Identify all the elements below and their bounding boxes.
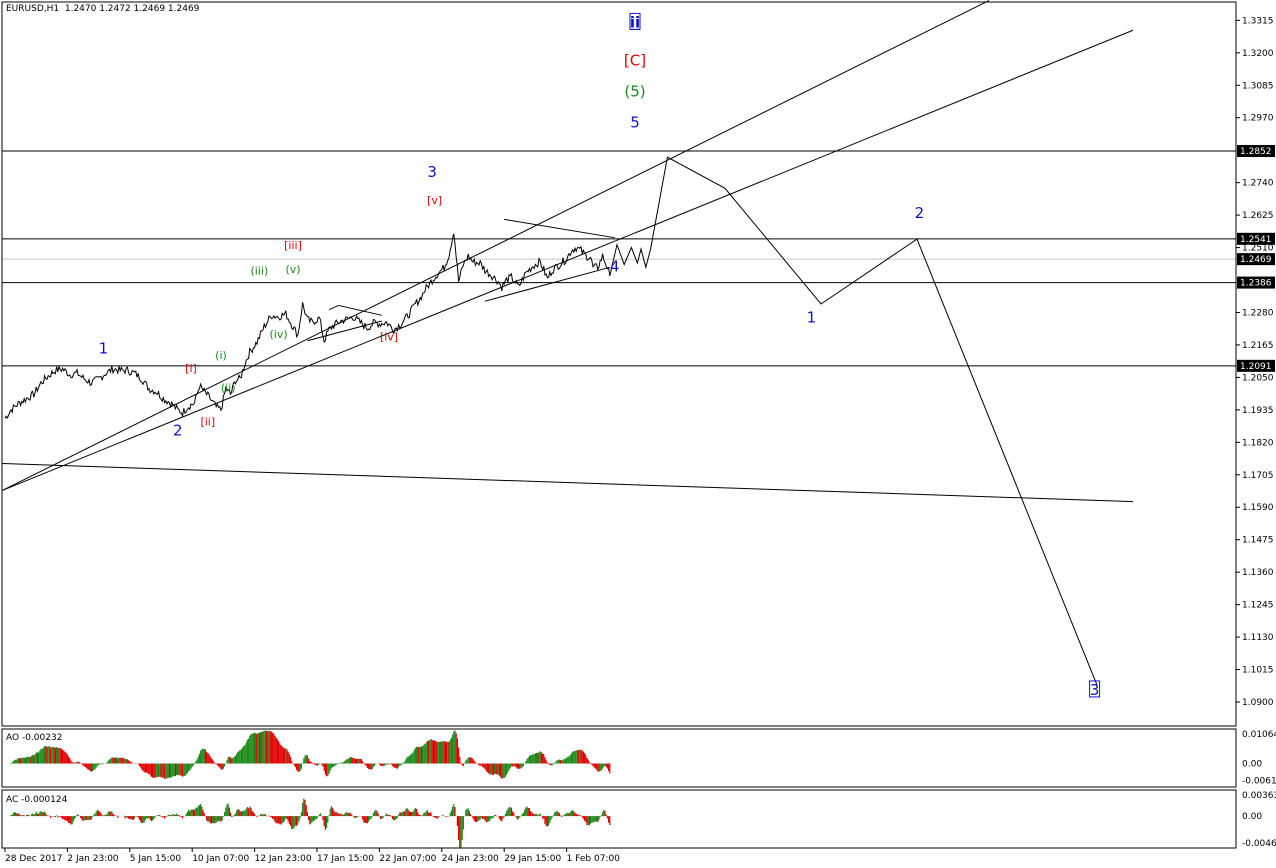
- price-tick-label: 1.1590: [1242, 503, 1274, 513]
- price-tick-label: 1.2165: [1242, 341, 1274, 351]
- time-tick-label: 5 Jan 15:00: [130, 854, 182, 864]
- wave-label: 5: [630, 114, 640, 132]
- ac-tick-label: -0.00465: [1242, 839, 1276, 849]
- wave-label: [v]: [427, 194, 442, 207]
- price-tick-label: 1.2625: [1242, 211, 1274, 221]
- price-tick-label: 1.2970: [1242, 114, 1274, 124]
- time-tick-label: 24 Jan 23:00: [442, 854, 499, 864]
- ac-indicator-panel[interactable]: [5, 798, 611, 849]
- symbol-name: EURUSD,H1: [6, 4, 60, 14]
- time-tick-label: 2 Jan 23:00: [67, 854, 119, 864]
- price-tick-label: 1.3200: [1242, 49, 1274, 59]
- price-tick-label: 1.0900: [1242, 698, 1274, 708]
- ac-tick-label: 0.00: [1242, 812, 1262, 822]
- wave-label: 3: [1090, 681, 1100, 699]
- price-tick-label: 1.1130: [1242, 633, 1274, 643]
- wave-label: (v): [285, 263, 300, 276]
- trend-line[interactable]: [2, 462, 1134, 503]
- time-tick-label: 12 Jan 23:00: [255, 854, 312, 864]
- symbol-info: EURUSD,H1 1.2470 1.2472 1.2469 1.2469: [6, 4, 199, 14]
- wave-label: 2: [173, 421, 183, 439]
- wave-label: (i): [215, 349, 227, 362]
- price-tick-label: 1.1360: [1242, 568, 1274, 578]
- chart-canvas[interactable]: ii [C] (5) 5 3 [v] [iii] (v) (iii) (iv) (i) (ii) [i]…: [0, 0, 1276, 868]
- trend-line[interactable]: [2, 0, 990, 491]
- wave-label: (ii): [221, 382, 236, 395]
- level-label: 1.2541: [1240, 235, 1272, 245]
- level-label: 1.2386: [1240, 279, 1272, 289]
- wave-label: ii: [630, 13, 640, 31]
- wave-label: (5): [624, 83, 645, 101]
- wave-label: [ii]: [200, 415, 215, 428]
- price-tick-label: 1.3085: [1242, 81, 1274, 91]
- trend-line[interactable]: [307, 320, 382, 342]
- price-tick-label: 1.1705: [1242, 471, 1274, 481]
- ao-indicator-panel[interactable]: [5, 730, 611, 779]
- time-tick-label: 10 Jan 07:00: [192, 854, 249, 864]
- wave-label: 1: [807, 308, 817, 326]
- time-tick-label: 17 Jan 15:00: [317, 854, 374, 864]
- wave-label: 1: [99, 339, 109, 357]
- price-tick-label: 1.2050: [1242, 373, 1274, 383]
- ao-label: AO -0.00232: [6, 733, 63, 743]
- ac-frame: [1, 789, 1237, 849]
- price-tick-label: 1.2280: [1242, 308, 1274, 318]
- level-label: 1.2852: [1240, 147, 1272, 157]
- wave-label: 4: [610, 258, 620, 276]
- trend-line[interactable]: [328, 304, 339, 311]
- price-tick-label: 1.1935: [1242, 406, 1274, 416]
- level-label: 1.2091: [1240, 362, 1272, 372]
- trend-line[interactable]: [338, 304, 382, 316]
- current-price-label: 1.2469: [1240, 255, 1272, 265]
- wave-label: 2: [915, 204, 925, 222]
- price-series[interactable]: [4, 233, 611, 420]
- ao-tick-label: 0.00: [1242, 760, 1262, 770]
- time-tick-label: 28 Dec 2017: [5, 854, 63, 864]
- ao-tick-label: 0.01064: [1242, 730, 1276, 740]
- price-tick-label: 1.1245: [1242, 601, 1274, 611]
- wave-label: (iii): [251, 264, 269, 277]
- wave-label: [i]: [185, 362, 197, 375]
- wave-label: [iii]: [284, 239, 302, 252]
- wave-label: [C]: [624, 52, 646, 70]
- wave-label: [iv]: [380, 331, 398, 344]
- price-tick-label: 1.2740: [1242, 179, 1274, 189]
- trend-line[interactable]: [504, 218, 615, 239]
- wave-label: (iv): [270, 328, 288, 341]
- ohlc-values: 1.2470 1.2472 1.2469 1.2469: [64, 4, 200, 14]
- ac-tick-label: 0.003631: [1242, 791, 1276, 801]
- price-tick-label: 1.1015: [1242, 666, 1274, 676]
- price-tick-label: 1.2510: [1242, 244, 1274, 254]
- ao-tick-label: -0.00612: [1242, 776, 1276, 786]
- main-price-panel[interactable]: ii [C] (5) 5 3 [v] [iii] (v) (iii) (iv) (i) (ii) [i]…: [2, 0, 1236, 699]
- time-tick-label: 1 Feb 07:00: [567, 854, 621, 864]
- wave-label: 3: [427, 163, 437, 181]
- time-tick-label: 29 Jan 15:00: [504, 854, 561, 864]
- price-tick-label: 1.3315: [1242, 16, 1274, 26]
- forecast-path[interactable]: [609, 156, 1098, 686]
- ac-label: AC -0.000124: [6, 795, 68, 805]
- price-tick-label: 1.1475: [1242, 536, 1274, 546]
- time-tick-label: 22 Jan 07:00: [379, 854, 436, 864]
- price-tick-label: 1.1820: [1242, 438, 1274, 448]
- ao-frame: [1, 728, 1237, 788]
